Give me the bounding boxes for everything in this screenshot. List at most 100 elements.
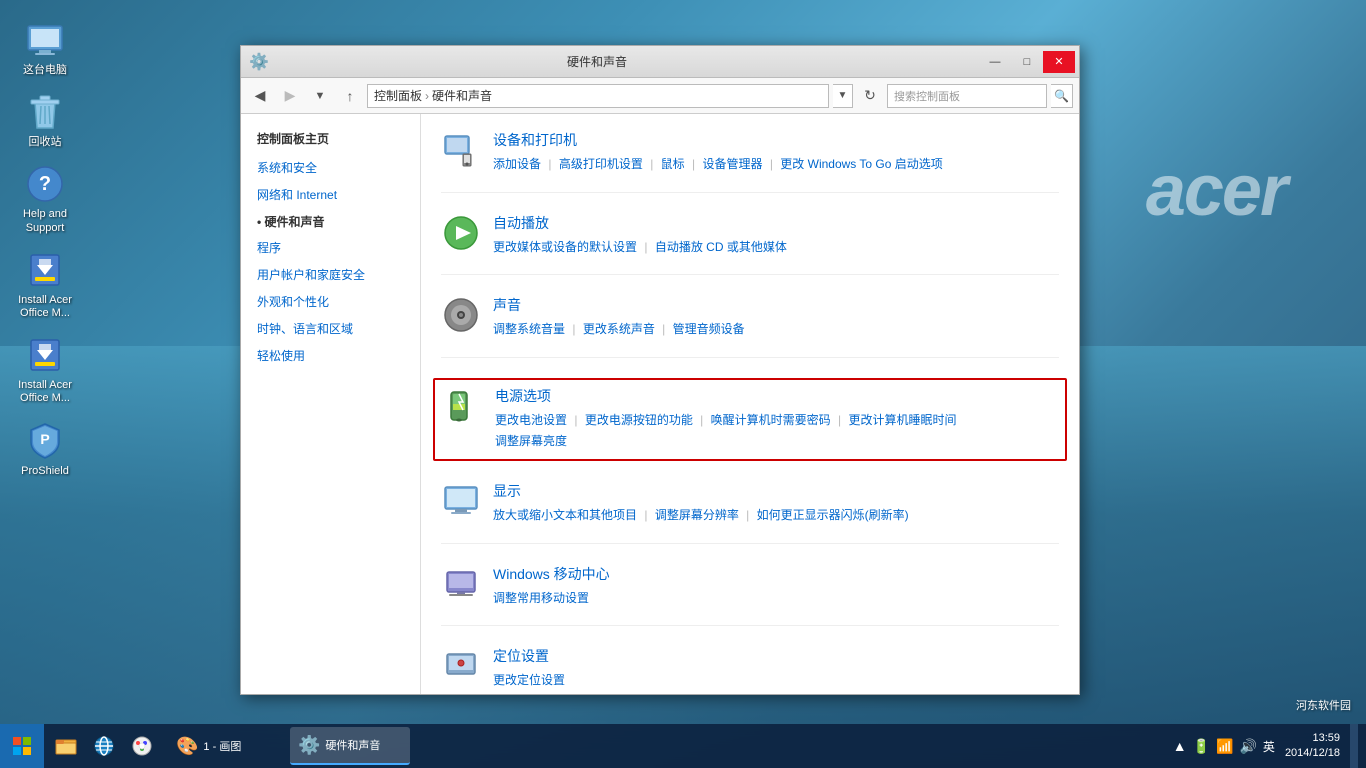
breadcrumb-cp[interactable]: 控制面板 bbox=[374, 87, 422, 104]
this-pc-icon bbox=[25, 20, 65, 60]
desktop-icon-install-1[interactable]: Install Acer Office M... bbox=[10, 250, 80, 320]
paint-btn[interactable] bbox=[124, 727, 160, 765]
desktop-icon-install-2[interactable]: Install Acer Office M... bbox=[10, 335, 80, 405]
maximize-button[interactable]: □ bbox=[1011, 51, 1043, 73]
sidebar-item-programs[interactable]: 程序 bbox=[241, 235, 420, 262]
sidebar-item-appearance[interactable]: 外观和个性化 bbox=[241, 289, 420, 316]
power-link-sleep[interactable]: 更改计算机睡眠时间 bbox=[848, 413, 956, 427]
content-area: 控制面板主页 系统和安全 网络和 Internet 硬件和声音 程序 用户帐户和… bbox=[241, 114, 1079, 694]
display-link-text[interactable]: 放大或缩小文本和其他项目 bbox=[493, 508, 637, 522]
sidebar-item-user-accounts[interactable]: 用户帐户和家庭安全 bbox=[241, 262, 420, 289]
paint-app-icon: 🎨 bbox=[176, 736, 198, 757]
search-box[interactable]: 搜索控制面板 bbox=[887, 84, 1047, 108]
power-title[interactable]: 电源选项 bbox=[495, 386, 551, 406]
location-title[interactable]: 定位设置 bbox=[493, 646, 549, 666]
sidebar-item-clock[interactable]: 时钟、语言和区域 bbox=[241, 316, 420, 343]
start-button[interactable] bbox=[0, 724, 44, 768]
tray-expand[interactable]: ▲ bbox=[1173, 738, 1187, 754]
devices-link-wintogo[interactable]: 更改 Windows To Go 启动选项 bbox=[780, 157, 942, 171]
sound-link-volume[interactable]: 调整系统音量 bbox=[493, 322, 565, 336]
category-location-content: 定位设置 更改定位设置 bbox=[493, 646, 1059, 692]
category-display: 显示 放大或缩小文本和其他项目 | 调整屏幕分辨率 | 如何更正显示器闪烁(刷新… bbox=[441, 481, 1059, 544]
power-link-button[interactable]: 更改电源按钮的功能 bbox=[585, 413, 693, 427]
desktop-icon-proshield[interactable]: P ProShield bbox=[10, 421, 80, 478]
display-title[interactable]: 显示 bbox=[493, 481, 521, 501]
proshield-icon: P bbox=[25, 421, 65, 461]
sound-link-change[interactable]: 更改系统声音 bbox=[583, 322, 655, 336]
refresh-button[interactable]: ↻ bbox=[857, 83, 883, 109]
clock-time: 13:59 bbox=[1285, 731, 1340, 746]
power-icon bbox=[443, 386, 483, 426]
power-link-password[interactable]: 唤醒计算机时需要密码 bbox=[711, 413, 831, 427]
search-button[interactable]: 🔍 bbox=[1051, 84, 1073, 108]
autoplay-link-cd[interactable]: 自动播放 CD 或其他媒体 bbox=[655, 240, 787, 254]
taskbar-app-control[interactable]: ⚙️ 硬件和声音 bbox=[290, 727, 410, 765]
minimize-button[interactable]: — bbox=[979, 51, 1011, 73]
ie-btn[interactable] bbox=[86, 727, 122, 765]
tray-icons: ▲ 🔋 📶 🔊 英 bbox=[1173, 738, 1275, 755]
address-dropdown-btn[interactable]: ▼ bbox=[833, 84, 853, 108]
location-icon bbox=[441, 646, 481, 686]
control-panel-window: ⚙️ 硬件和声音 — □ ✕ ◀ ▶ ▼ ↑ 控制面板 › 硬件和声音 ▼ ↻ … bbox=[240, 45, 1080, 695]
power-link-battery[interactable]: 更改电池设置 bbox=[495, 413, 567, 427]
this-pc-label: 这台电脑 bbox=[23, 64, 67, 77]
mobility-link[interactable]: 调整常用移动设置 bbox=[493, 591, 589, 605]
location-links: 更改定位设置 bbox=[493, 670, 1059, 692]
devices-title[interactable]: 设备和打印机 bbox=[493, 130, 577, 150]
acer-logo: acer bbox=[1146, 150, 1286, 232]
category-devices: 设备和打印机 添加设备 | 高级打印机设置 | 鼠标 | 设备管理器 | 更改 … bbox=[441, 130, 1059, 193]
window-title: 硬件和声音 bbox=[275, 53, 919, 70]
category-display-content: 显示 放大或缩小文本和其他项目 | 调整屏幕分辨率 | 如何更正显示器闪烁(刷新… bbox=[493, 481, 1059, 527]
desktop-icon-recycle[interactable]: 回收站 bbox=[10, 92, 80, 149]
up-button[interactable]: ↑ bbox=[337, 83, 363, 109]
devices-link-printer[interactable]: 高级打印机设置 bbox=[559, 157, 643, 171]
desktop-icon-this-pc[interactable]: 这台电脑 bbox=[10, 20, 80, 77]
address-bar: ◀ ▶ ▼ ↑ 控制面板 › 硬件和声音 ▼ ↻ 搜索控制面板 🔍 bbox=[241, 78, 1079, 114]
taskbar-app-paint[interactable]: 🎨 1 - 画图 bbox=[168, 727, 288, 765]
back-button[interactable]: ◀ bbox=[247, 83, 273, 109]
sound-title[interactable]: 声音 bbox=[493, 295, 521, 315]
install-2-label: Install Acer Office M... bbox=[18, 379, 72, 405]
autoplay-link-default[interactable]: 更改媒体或设备的默认设置 bbox=[493, 240, 637, 254]
quick-launch bbox=[44, 727, 164, 765]
dropdown-button[interactable]: ▼ bbox=[307, 83, 333, 109]
close-button[interactable]: ✕ bbox=[1043, 51, 1075, 73]
category-mobility-content: Windows 移动中心 调整常用移动设置 bbox=[493, 564, 1059, 610]
breadcrumb-hardware[interactable]: 硬件和声音 bbox=[432, 87, 492, 104]
paint-app-label: 1 - 画图 bbox=[203, 738, 241, 754]
proshield-label: ProShield bbox=[21, 465, 69, 478]
category-power-content: 电源选项 更改电池设置 | 更改电源按钮的功能 | 唤醒计算机时需要密码 | 更… bbox=[495, 386, 1057, 453]
tray-battery[interactable]: 🔋 bbox=[1193, 738, 1210, 755]
sidebar-item-network[interactable]: 网络和 Internet bbox=[241, 182, 420, 209]
sidebar-item-hardware: 硬件和声音 bbox=[241, 209, 420, 236]
taskbar-clock[interactable]: 13:59 2014/12/18 bbox=[1279, 731, 1346, 762]
address-path[interactable]: 控制面板 › 硬件和声音 bbox=[367, 84, 829, 108]
show-desktop-btn[interactable] bbox=[1350, 724, 1358, 768]
window-icon: ⚙️ bbox=[249, 52, 269, 72]
category-power: 电源选项 更改电池设置 | 更改电源按钮的功能 | 唤醒计算机时需要密码 | 更… bbox=[433, 378, 1067, 461]
devices-link-manager[interactable]: 设备管理器 bbox=[702, 157, 762, 171]
devices-link-add[interactable]: 添加设备 bbox=[493, 157, 541, 171]
forward-button[interactable]: ▶ bbox=[277, 83, 303, 109]
display-link-resolution[interactable]: 调整屏幕分辨率 bbox=[655, 508, 739, 522]
sidebar-item-ease[interactable]: 轻松使用 bbox=[241, 343, 420, 370]
tray-lang[interactable]: 英 bbox=[1263, 738, 1275, 755]
location-link[interactable]: 更改定位设置 bbox=[493, 673, 565, 687]
sidebar-item-system-security[interactable]: 系统和安全 bbox=[241, 155, 420, 182]
sound-link-manage[interactable]: 管理音频设备 bbox=[673, 322, 745, 336]
display-link-flicker[interactable]: 如何更正显示器闪烁(刷新率) bbox=[757, 508, 909, 522]
desktop-icon-help[interactable]: ? Help and Support bbox=[10, 164, 80, 234]
devices-links: 添加设备 | 高级打印机设置 | 鼠标 | 设备管理器 | 更改 Windows… bbox=[493, 154, 1059, 176]
mobility-title[interactable]: Windows 移动中心 bbox=[493, 564, 610, 584]
autoplay-title[interactable]: 自动播放 bbox=[493, 213, 549, 233]
power-link-brightness[interactable]: 调整屏幕亮度 bbox=[495, 434, 567, 448]
help-label: Help and Support bbox=[23, 208, 67, 234]
devices-link-mouse[interactable]: 鼠标 bbox=[661, 157, 685, 171]
install-2-icon bbox=[25, 335, 65, 375]
category-mobility: Windows 移动中心 调整常用移动设置 bbox=[441, 564, 1059, 627]
file-explorer-btn[interactable] bbox=[48, 727, 84, 765]
tray-network[interactable]: 📶 bbox=[1216, 738, 1233, 755]
mobility-links: 调整常用移动设置 bbox=[493, 588, 1059, 610]
svg-text:P: P bbox=[40, 431, 49, 447]
tray-volume[interactable]: 🔊 bbox=[1239, 738, 1256, 755]
